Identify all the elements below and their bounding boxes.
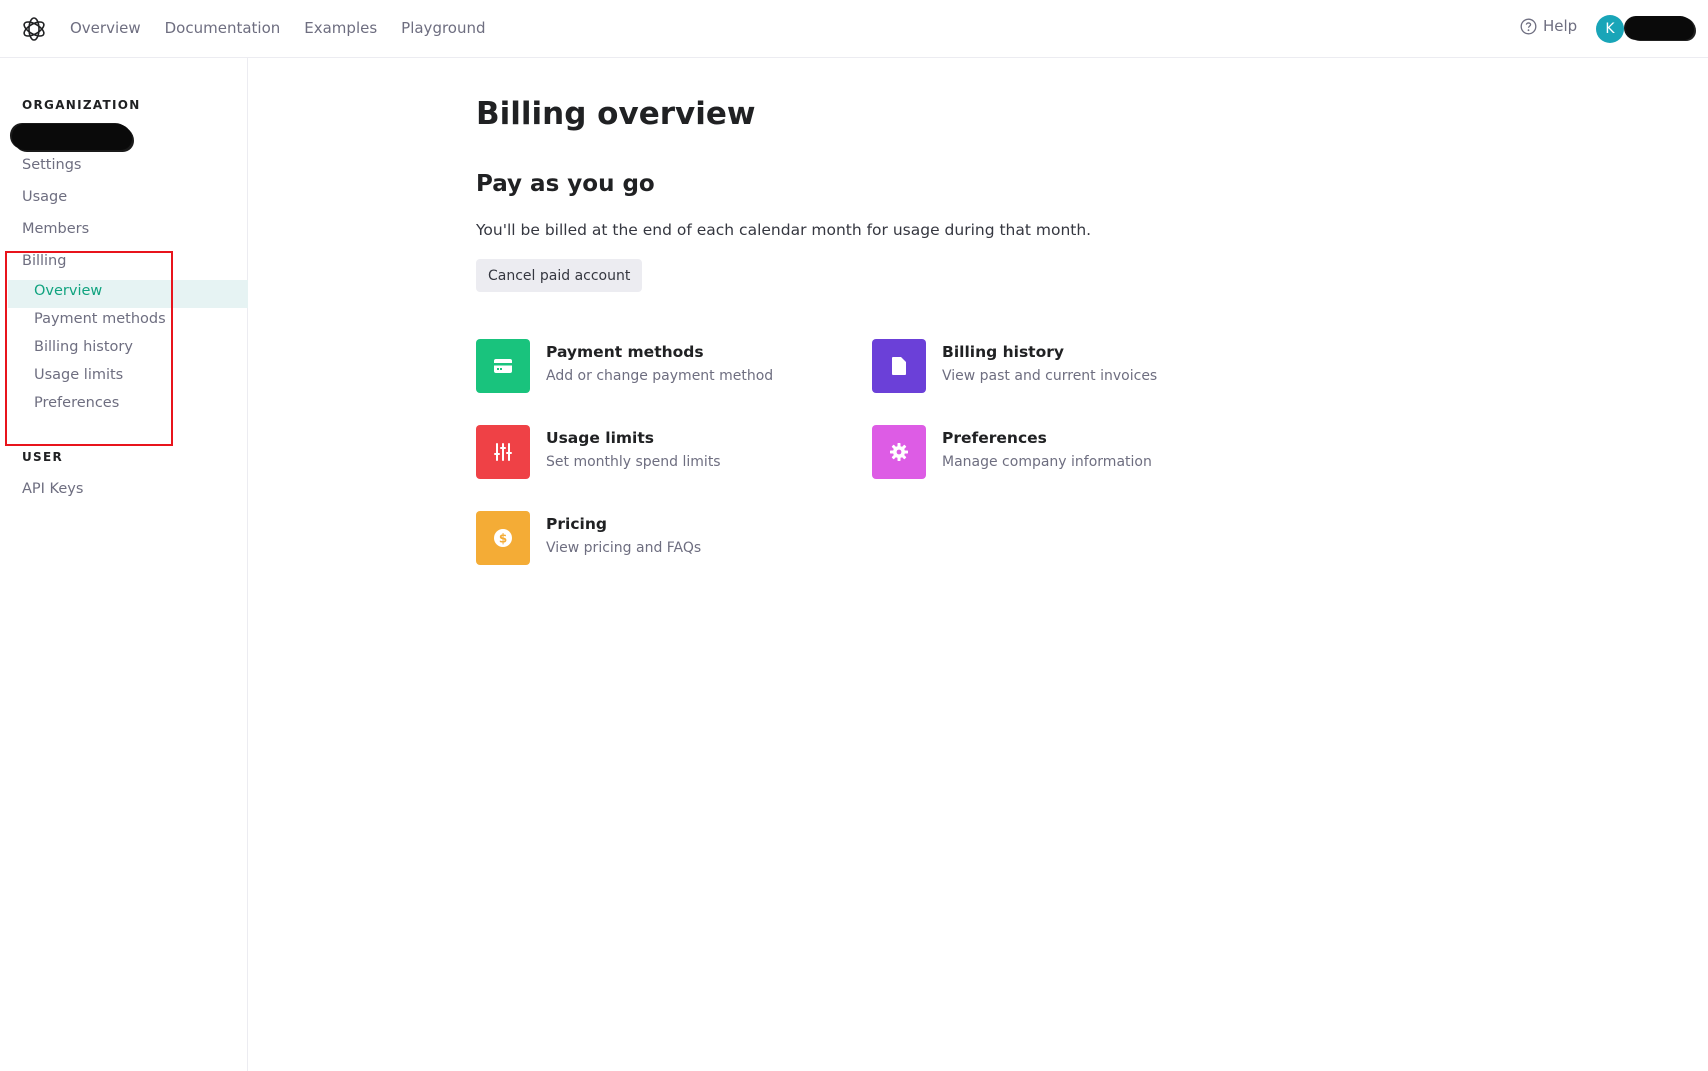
sidebar-item-settings[interactable]: Settings — [22, 157, 81, 173]
redacted-username — [1626, 16, 1694, 40]
top-bar: Overview Documentation Examples Playgrou… — [0, 0, 1708, 58]
openai-logo-icon[interactable] — [20, 15, 48, 43]
sidebar-item-members[interactable]: Members — [22, 221, 89, 237]
page-title: Billing overview — [476, 96, 756, 132]
card-description: Set monthly spend limits — [546, 454, 721, 470]
sidebar-item-api-keys[interactable]: API Keys — [22, 481, 83, 497]
sidebar-item-usage[interactable]: Usage — [22, 189, 67, 205]
main-content: Billing overview Pay as you go You'll be… — [248, 58, 1708, 1071]
nav-examples[interactable]: Examples — [304, 19, 377, 37]
card-title: Preferences — [942, 429, 1047, 447]
sidebar-subitem-preferences[interactable]: Preferences — [34, 395, 119, 411]
help-link[interactable]: Help — [1520, 17, 1577, 35]
sidebar-subitem-usage-limits[interactable]: Usage limits — [34, 367, 123, 383]
credit-card-icon — [476, 339, 530, 393]
top-nav: Overview Documentation Examples Playgrou… — [70, 0, 510, 56]
card-title: Billing history — [942, 343, 1064, 361]
redacted-organization-name — [12, 124, 132, 150]
avatar[interactable]: K — [1596, 15, 1624, 43]
card-text: Payment methods Add or change payment me… — [546, 343, 773, 393]
card-description: Manage company information — [942, 454, 1152, 470]
card-text: Preferences Manage company information — [942, 429, 1152, 479]
card-title: Pricing — [546, 515, 607, 533]
plan-description: You'll be billed at the end of each cale… — [476, 221, 1092, 239]
card-text: Usage limits Set monthly spend limits — [546, 429, 721, 479]
sidebar-subitem-overview[interactable]: Overview — [34, 283, 102, 299]
user-section-title: USER — [22, 450, 64, 464]
card-title: Payment methods — [546, 343, 704, 361]
card-pricing[interactable]: $ Pricing View pricing and FAQs — [476, 511, 701, 565]
sidebar-subitem-payment-methods[interactable]: Payment methods — [34, 311, 166, 327]
card-text: Pricing View pricing and FAQs — [546, 515, 701, 565]
nav-playground[interactable]: Playground — [401, 19, 485, 37]
document-icon — [872, 339, 926, 393]
plan-title: Pay as you go — [476, 171, 655, 197]
card-description: Add or change payment method — [546, 368, 774, 384]
sidebar: ORGANIZATION Settings Usage Members Bill… — [0, 58, 248, 1071]
organization-section-title: ORGANIZATION — [22, 98, 141, 112]
gear-icon — [872, 425, 926, 479]
help-icon — [1520, 18, 1537, 34]
cancel-paid-account-button[interactable]: Cancel paid account — [476, 259, 643, 292]
card-title: Usage limits — [546, 429, 655, 447]
dollar-icon: $ — [476, 511, 530, 565]
help-label: Help — [1543, 17, 1578, 35]
card-text: Billing history View past and current in… — [942, 343, 1157, 393]
svg-text:$: $ — [499, 532, 507, 546]
card-preferences[interactable]: Preferences Manage company information — [872, 425, 1152, 479]
nav-documentation[interactable]: Documentation — [165, 19, 281, 37]
sliders-icon — [476, 425, 530, 479]
card-billing-history[interactable]: Billing history View past and current in… — [872, 339, 1157, 393]
sidebar-item-billing[interactable]: Billing — [22, 253, 66, 269]
card-usage-limits[interactable]: Usage limits Set monthly spend limits — [476, 425, 721, 479]
card-description: View pricing and FAQs — [546, 540, 702, 556]
card-description: View past and current invoices — [942, 368, 1158, 384]
card-payment-methods[interactable]: Payment methods Add or change payment me… — [476, 339, 773, 393]
sidebar-subitem-billing-history[interactable]: Billing history — [34, 339, 133, 355]
nav-overview[interactable]: Overview — [70, 19, 141, 37]
